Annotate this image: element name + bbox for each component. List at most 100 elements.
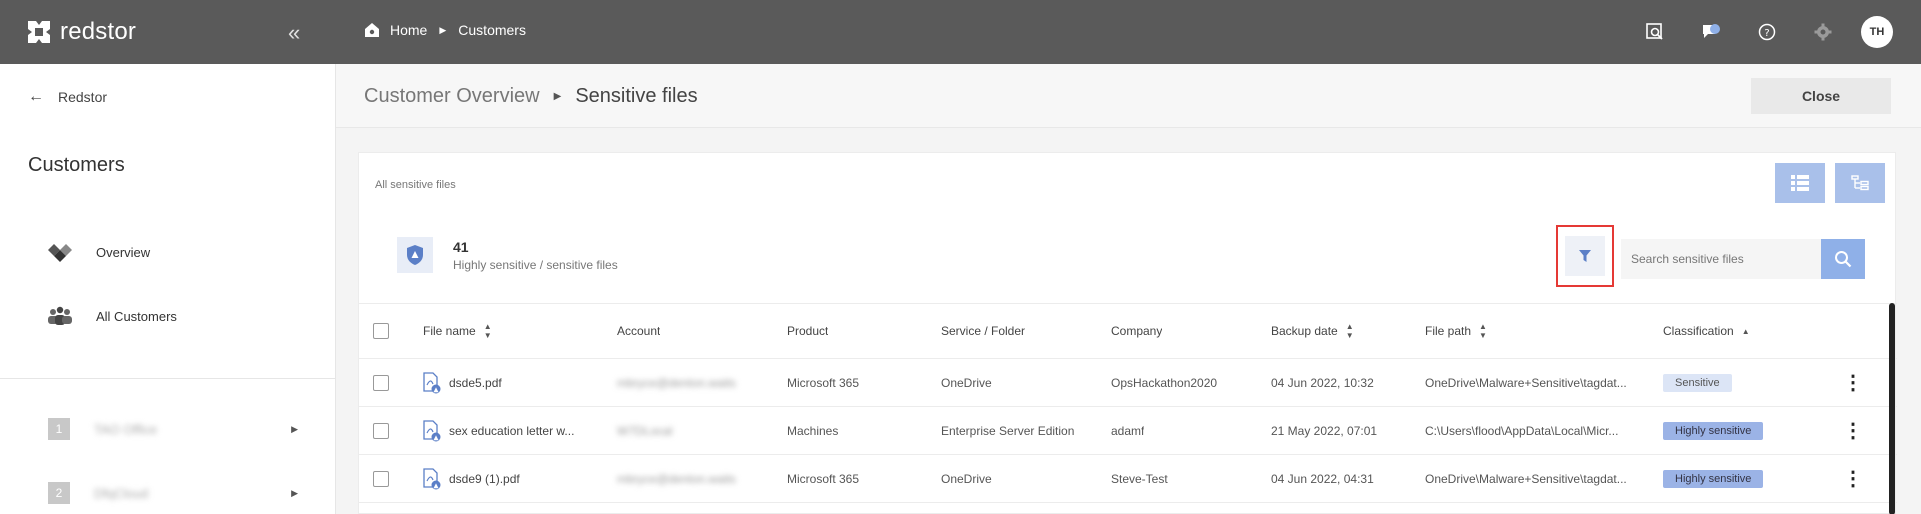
column-header-account: Account xyxy=(617,304,660,358)
column-header-backup-date[interactable]: Backup date ▲ ▼ xyxy=(1271,304,1354,358)
search-window-icon[interactable] xyxy=(1637,14,1673,50)
sidebar-item-overview[interactable]: Overview xyxy=(46,242,150,262)
user-avatar[interactable]: TH xyxy=(1861,16,1893,48)
classification-cell: Highly sensitive xyxy=(1663,407,1764,454)
expand-arrow-icon[interactable]: ▶ xyxy=(291,488,298,499)
product-cell: Machines xyxy=(787,423,839,438)
row-select-cell xyxy=(373,455,389,502)
page-title-parent[interactable]: Customer Overview xyxy=(364,85,540,108)
customer-item[interactable]: 2 DfqCloud ▶ xyxy=(48,482,298,504)
settings-icon[interactable] xyxy=(1805,14,1841,50)
table-row[interactable]: ▲ sex education letter w... W7DLocal Mac… xyxy=(359,407,1897,455)
column-header-label: Account xyxy=(617,324,661,338)
top-bar-actions: ? TH xyxy=(1617,14,1893,50)
account-cell: W7DLocal xyxy=(617,423,673,438)
company-cell: Steve-Test xyxy=(1111,471,1168,486)
row-checkbox[interactable] xyxy=(373,374,389,391)
account-cell: mbryce@denton.waits xyxy=(617,471,736,486)
file-name: dsde5.pdf xyxy=(449,375,502,390)
row-checkbox[interactable] xyxy=(373,470,389,487)
company-cell: adamf xyxy=(1111,423,1145,438)
filter-icon xyxy=(1579,250,1591,262)
column-header-classification[interactable]: Classification ▲ xyxy=(1663,304,1750,358)
row-actions-cell: ⋮ xyxy=(1843,407,1863,454)
account-cell: mbryce@denton.waits xyxy=(617,375,736,390)
tree-view-button[interactable] xyxy=(1835,163,1885,203)
more-options-icon[interactable]: ⋮ xyxy=(1843,370,1863,395)
list-view-button[interactable] xyxy=(1775,163,1825,203)
select-all-checkbox[interactable] xyxy=(373,323,389,339)
sidebar-item-label: All Customers xyxy=(96,308,177,324)
svg-text:?: ? xyxy=(1764,28,1769,39)
classification-badge: Highly sensitive xyxy=(1663,421,1764,440)
classification-badge: Highly sensitive xyxy=(1663,469,1764,488)
column-header-label: File name xyxy=(423,324,476,338)
expand-arrow-icon[interactable]: ▶ xyxy=(291,424,298,435)
sort-icon[interactable]: ▲ ▼ xyxy=(1479,322,1487,340)
row-select-cell xyxy=(373,407,389,454)
breadcrumb-customers[interactable]: Customers xyxy=(458,22,526,38)
column-header-file-path[interactable]: File path ▲ ▼ xyxy=(1425,304,1487,358)
sidebar-divider xyxy=(0,378,336,379)
people-icon xyxy=(46,306,74,326)
sort-icon[interactable]: ▲ ▼ xyxy=(1346,322,1354,340)
table-scrollbar[interactable] xyxy=(1889,303,1895,514)
pdf-file-icon: ▲ xyxy=(423,419,441,441)
column-header-product: Product xyxy=(787,304,828,358)
filter-button[interactable] xyxy=(1556,225,1614,287)
brand-name: redstor xyxy=(60,18,137,45)
row-actions-cell: ⋮ xyxy=(1843,359,1863,406)
classification-cell: Highly sensitive xyxy=(1663,455,1764,502)
table-header: File name ▲ ▼ Account Product Service / Fo… xyxy=(359,303,1897,359)
file-name-cell[interactable]: ▲ sex education letter w... xyxy=(423,407,603,454)
search-button[interactable] xyxy=(1821,239,1865,279)
column-header-file-name[interactable]: File name ▲ ▼ xyxy=(423,304,492,358)
pdf-file-icon: ▲ xyxy=(423,467,441,489)
more-options-icon[interactable]: ⋮ xyxy=(1843,466,1863,491)
column-header-company: Company xyxy=(1111,304,1162,358)
file-name-cell[interactable]: ▲ dsde9 (1).pdf xyxy=(423,455,603,502)
customer-item[interactable]: 1 TAO Office ▶ xyxy=(48,418,298,440)
classification-badge: Sensitive xyxy=(1663,373,1732,392)
column-header-label: File path xyxy=(1425,324,1472,338)
title-separator-icon: ▶ xyxy=(553,91,562,102)
close-button[interactable]: Close xyxy=(1751,78,1891,114)
brand-logo[interactable]: redstor xyxy=(26,18,136,46)
customer-number: 1 xyxy=(48,418,70,440)
page-title-current: Sensitive files xyxy=(575,85,698,107)
back-link[interactable]: ← Redstor xyxy=(28,88,107,106)
more-options-icon[interactable]: ⋮ xyxy=(1843,418,1863,443)
table-row[interactable]: ▲ dsde9 (1).pdf mbryce@denton.waits Micr… xyxy=(359,455,1897,503)
service-cell: Enterprise Server Edition xyxy=(941,423,1075,438)
overview-icon xyxy=(46,242,74,262)
sidebar-item-all-customers[interactable]: All Customers xyxy=(46,306,177,326)
top-bar: redstor « Home ▶ Customers ? TH xyxy=(0,0,1921,64)
help-icon[interactable]: ? xyxy=(1749,14,1785,50)
row-checkbox[interactable] xyxy=(373,422,389,439)
sort-icon[interactable]: ▲ xyxy=(1742,327,1750,336)
select-all-cell xyxy=(373,304,389,358)
file-path-cell: OneDrive\Malware+Sensitive\tagdat... xyxy=(1425,471,1627,486)
table-row[interactable]: ▲ dsde5.pdf mbryce@denton.waits Microsof… xyxy=(359,359,1897,407)
search-input[interactable] xyxy=(1621,239,1821,279)
file-name-cell[interactable]: ▲ dsde5.pdf xyxy=(423,359,603,406)
column-header-label: Backup date xyxy=(1271,324,1338,338)
product-cell: Microsoft 365 xyxy=(787,375,860,390)
backup-date-cell: 21 May 2022, 07:01 xyxy=(1271,423,1378,438)
filter-button-inner xyxy=(1565,236,1605,276)
sensitive-count-text: 41 Highly sensitive / sensitive files xyxy=(453,239,618,272)
column-header-label: Product xyxy=(787,324,829,338)
sensitive-count-summary: 41 Highly sensitive / sensitive files xyxy=(397,237,618,273)
list-view-icon xyxy=(1791,175,1809,191)
sort-icon[interactable]: ▲ ▼ xyxy=(484,322,492,340)
breadcrumb-home[interactable]: Home xyxy=(390,22,427,38)
column-header-label: Company xyxy=(1111,324,1163,338)
backup-date-cell: 04 Jun 2022, 04:31 xyxy=(1271,471,1374,486)
svg-text:▲: ▲ xyxy=(434,385,439,393)
chat-icon[interactable] xyxy=(1693,14,1729,50)
collapse-sidebar-icon[interactable]: « xyxy=(288,20,300,46)
back-link-label: Redstor xyxy=(58,89,108,105)
search-icon xyxy=(1835,251,1852,268)
column-header-label: Classification xyxy=(1663,324,1734,338)
home-icon[interactable] xyxy=(364,22,380,38)
